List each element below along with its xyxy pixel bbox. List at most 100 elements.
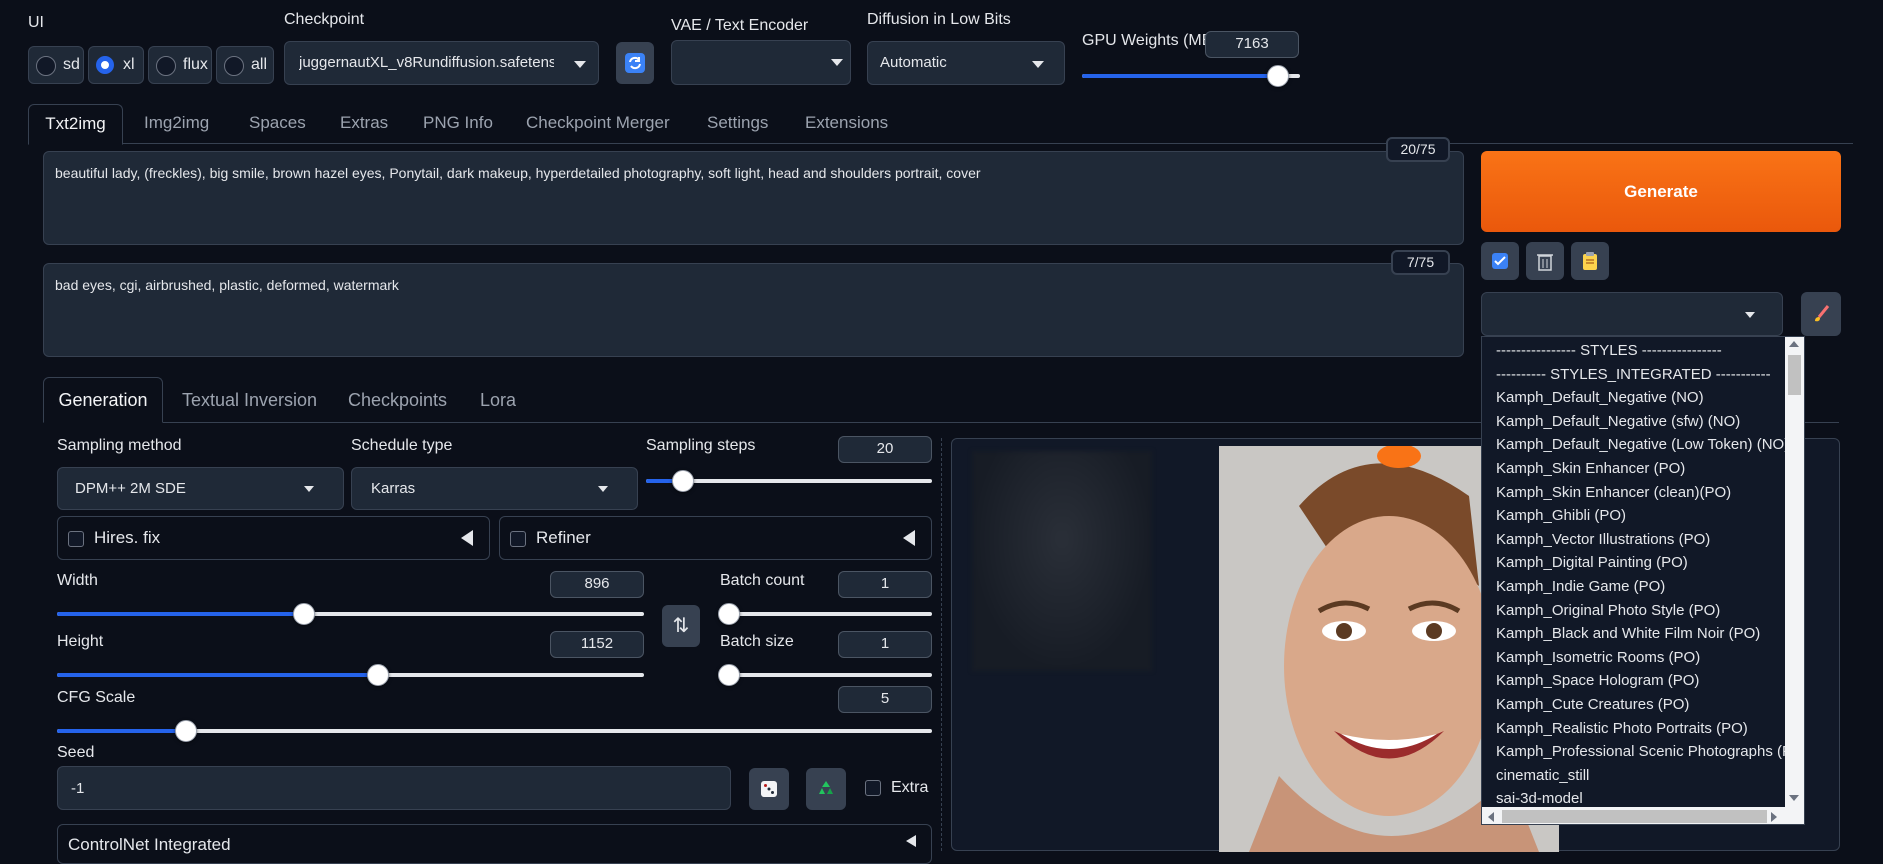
random-seed-button[interactable] — [749, 768, 789, 810]
style-option[interactable]: Kamph_Isometric Rooms (PO) — [1496, 649, 1700, 666]
ui-option-flux[interactable]: flux — [148, 46, 212, 84]
tab-lora[interactable]: Lora — [480, 390, 516, 411]
gpu-weights-input[interactable]: 7163 — [1205, 31, 1299, 58]
style-option[interactable]: Kamph_Original Photo Style (PO) — [1496, 602, 1720, 619]
tab-extras[interactable]: Extras — [340, 113, 388, 133]
checkpoint-select[interactable]: juggernautXL_v8Rundiffusion.safetensors — [284, 41, 599, 85]
reuse-seed-button[interactable] — [806, 768, 846, 810]
refiner-accordion[interactable]: Refiner — [499, 516, 932, 560]
ui-option-xl[interactable]: xl — [88, 46, 144, 84]
diffusion-select[interactable]: Automatic — [867, 41, 1065, 85]
style-option[interactable]: Kamph_Realistic Photo Portraits (PO) — [1496, 720, 1748, 737]
swap-dimensions-button[interactable]: ⇅ — [662, 605, 700, 647]
prompt-textarea[interactable]: beautiful lady, (freckles), big smile, b… — [43, 151, 1464, 245]
style-option[interactable]: Kamph_Cute Creatures (PO) — [1496, 696, 1689, 713]
slider-fill — [57, 673, 379, 677]
style-option[interactable]: ---------------- STYLES ---------------- — [1496, 342, 1722, 359]
style-option[interactable]: Kamph_Vector Illustrations (PO) — [1496, 531, 1710, 548]
slider-thumb[interactable] — [718, 664, 740, 686]
slider-thumb[interactable] — [718, 603, 740, 625]
hires-fix-checkbox[interactable] — [68, 531, 84, 547]
style-option[interactable]: Kamph_Default_Negative (sfw) (NO) — [1496, 413, 1740, 430]
hires-fix-accordion[interactable]: Hires. fix — [57, 516, 490, 560]
styles-select[interactable] — [1481, 292, 1783, 336]
width-slider[interactable] — [57, 603, 644, 625]
tab-settings[interactable]: Settings — [707, 113, 768, 133]
clipboard-button[interactable] — [1571, 242, 1609, 280]
vae-select[interactable] — [671, 40, 851, 85]
scroll-right-icon[interactable] — [1771, 812, 1777, 822]
tab-checkpoint-merger[interactable]: Checkpoint Merger — [526, 113, 670, 133]
style-option[interactable]: Kamph_Professional Scenic Photographs (P… — [1496, 743, 1804, 760]
controlnet-accordion[interactable]: ControlNet Integrated — [57, 824, 932, 864]
extra-checkbox[interactable] — [865, 780, 881, 796]
style-option[interactable]: Kamph_Space Hologram (PO) — [1496, 672, 1699, 689]
scroll-down-icon[interactable] — [1789, 795, 1799, 801]
tab-txt2img[interactable]: Txt2img — [28, 104, 123, 145]
cfg-scale-input[interactable]: 5 — [838, 686, 932, 713]
style-option[interactable]: Kamph_Ghibli (PO) — [1496, 507, 1626, 524]
schedule-type-select[interactable]: Karras — [351, 467, 638, 510]
sampling-method-select[interactable]: DPM++ 2M SDE — [57, 467, 344, 510]
tab-img2img[interactable]: Img2img — [144, 113, 209, 133]
style-option[interactable]: Kamph_Default_Negative (NO) — [1496, 389, 1704, 406]
tab-spaces[interactable]: Spaces — [249, 113, 306, 133]
cfg-scale-slider[interactable] — [57, 720, 932, 742]
scroll-left-icon[interactable] — [1488, 812, 1494, 822]
slider-track — [57, 612, 644, 616]
style-option[interactable]: Kamph_Black and White Film Noir (PO) — [1496, 625, 1760, 642]
batch-size-input[interactable]: 1 — [838, 631, 932, 658]
batch-count-slider[interactable] — [718, 603, 932, 625]
slider-thumb[interactable] — [367, 664, 390, 686]
radio-button[interactable] — [36, 56, 56, 76]
checkbox-tool-button[interactable] — [1481, 242, 1519, 280]
slider-thumb[interactable] — [174, 720, 197, 742]
style-option[interactable]: ---------- STYLES_INTEGRATED ----------- — [1496, 366, 1771, 383]
radio-button[interactable] — [96, 56, 114, 74]
styles-dropdown-list[interactable]: ---------------- STYLES ----------------… — [1481, 336, 1805, 825]
style-option[interactable]: Kamph_Skin Enhancer (PO) — [1496, 460, 1685, 477]
style-option[interactable]: Kamph_Digital Painting (PO) — [1496, 554, 1688, 571]
refiner-checkbox[interactable] — [510, 531, 526, 547]
vertical-scrollbar[interactable] — [1785, 337, 1804, 807]
seed-input[interactable]: -1 — [57, 766, 731, 810]
generate-button[interactable]: Generate — [1481, 151, 1841, 232]
style-option[interactable]: Kamph_Indie Game (PO) — [1496, 578, 1665, 595]
tab-generation[interactable]: Generation — [43, 377, 163, 423]
radio-label: sd — [63, 56, 80, 73]
batch-count-input[interactable]: 1 — [838, 571, 932, 598]
style-option[interactable]: Kamph_Default_Negative (Low Token) (NO) — [1496, 436, 1789, 453]
slider-thumb[interactable] — [672, 470, 695, 492]
tab-textual-inversion[interactable]: Textual Inversion — [182, 390, 317, 411]
scroll-thumb[interactable] — [1502, 810, 1767, 823]
style-option[interactable]: sai-3d-model — [1496, 790, 1583, 807]
diffusion-label: Diffusion in Low Bits — [867, 11, 1011, 28]
apply-style-button[interactable] — [1801, 292, 1841, 336]
horizontal-scrollbar[interactable] — [1482, 807, 1804, 824]
gpu-weights-slider[interactable] — [1082, 65, 1300, 87]
height-input[interactable]: 1152 — [550, 631, 644, 658]
scroll-thumb[interactable] — [1788, 355, 1801, 395]
ui-option-sd[interactable]: sd — [28, 46, 84, 84]
radio-button[interactable] — [156, 56, 176, 76]
batch-size-slider[interactable] — [718, 664, 932, 686]
refresh-button[interactable] — [616, 42, 654, 84]
radio-button[interactable] — [224, 56, 244, 76]
tab-png-info[interactable]: PNG Info — [423, 113, 493, 133]
trash-button[interactable] — [1526, 242, 1564, 280]
slider-thumb[interactable] — [1267, 65, 1290, 87]
ui-option-all[interactable]: all — [216, 46, 274, 84]
checkpoint-value: juggernautXL_v8Rundiffusion.safetensors — [299, 54, 554, 71]
height-slider[interactable] — [57, 664, 644, 686]
sampling-steps-slider[interactable] — [646, 470, 932, 492]
sampling-steps-input[interactable]: 20 — [838, 436, 932, 463]
chevron-down-icon — [304, 486, 314, 492]
tab-checkpoints[interactable]: Checkpoints — [348, 390, 447, 411]
style-option[interactable]: Kamph_Skin Enhancer (clean)(PO) — [1496, 484, 1731, 501]
negative-prompt-textarea[interactable]: bad eyes, cgi, airbrushed, plastic, defo… — [43, 263, 1464, 357]
tab-extensions[interactable]: Extensions — [805, 113, 888, 133]
width-input[interactable]: 896 — [550, 571, 644, 598]
slider-thumb[interactable] — [292, 603, 315, 625]
style-option[interactable]: cinematic_still — [1496, 767, 1589, 784]
scroll-up-icon[interactable] — [1789, 341, 1799, 347]
